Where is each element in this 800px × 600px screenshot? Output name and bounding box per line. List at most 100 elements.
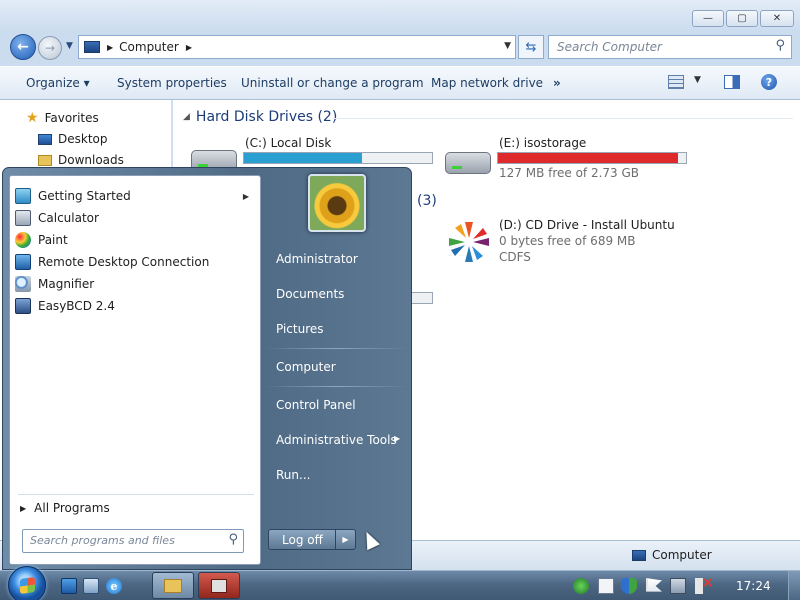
program-easybcd[interactable]: EasyBCD 2.4	[15, 295, 257, 317]
ubuntu-cd-icon	[449, 222, 489, 262]
nav-item-desktop[interactable]: Desktop	[38, 132, 108, 146]
hard-disk-drives-header[interactable]: ◢ Hard Disk Drives (2)	[183, 109, 337, 125]
preview-pane-icon[interactable]	[724, 75, 740, 89]
search-placeholder: Search Computer	[557, 40, 662, 54]
start-link-administrative-tools[interactable]: Administrative Tools	[276, 433, 397, 447]
program-label: Magnifier	[38, 277, 95, 291]
remote-app-icon	[211, 578, 227, 593]
windows-logo-icon	[20, 576, 35, 595]
removable-storage-count: (3)	[417, 193, 437, 209]
hard-disk-icon	[445, 152, 491, 174]
drive-c-usage-bar	[243, 152, 433, 164]
user-avatar[interactable]	[308, 174, 366, 232]
calculator-icon	[15, 210, 31, 226]
drive-c-name: (C:) Local Disk	[245, 136, 332, 150]
remote-desktop-icon	[15, 254, 31, 270]
program-label: Paint	[38, 233, 68, 247]
computer-icon	[632, 549, 646, 561]
program-label: Getting Started	[38, 189, 131, 203]
magnifier-icon	[15, 276, 31, 292]
all-programs-button[interactable]: ▶ All Programs	[20, 501, 110, 515]
start-link-administrator[interactable]: Administrator	[276, 252, 358, 266]
breadcrumb-arrow-icon[interactable]: ▶	[186, 43, 192, 52]
status-location: Computer	[632, 548, 712, 562]
favorites-header[interactable]: ★ Favorites	[26, 110, 99, 126]
right-pane-separator	[265, 348, 409, 349]
action-center-flag-icon[interactable]	[646, 578, 662, 592]
security-shield-tray-icon[interactable]	[621, 578, 637, 594]
log-off-button[interactable]: Log off ▶	[268, 529, 356, 550]
nav-item-downloads[interactable]: Downloads	[38, 153, 124, 167]
start-link-pictures[interactable]: Pictures	[276, 322, 324, 336]
switch-windows-icon[interactable]	[83, 578, 99, 594]
help-icon[interactable]: ?	[761, 74, 777, 90]
downloads-folder-icon	[38, 154, 52, 166]
organize-menu[interactable]: Organize ▾	[26, 76, 90, 90]
drive-d-filesystem: CDFS	[499, 250, 531, 264]
start-link-control-panel[interactable]: Control Panel	[276, 398, 356, 412]
program-paint[interactable]: Paint	[15, 229, 257, 251]
navigation-bar: ← → ▼ ▶ Computer ▶ ▼ ⇆ Search Computer ⚲	[0, 32, 800, 62]
drive-e[interactable]: (E:) isostorage 127 MB free of 2.73 GB	[445, 136, 705, 180]
more-commands-button[interactable]: »	[553, 76, 561, 90]
show-desktop-button[interactable]	[788, 571, 800, 600]
desktop-icon	[38, 133, 52, 145]
taskbar-explorer-button[interactable]	[152, 572, 194, 599]
start-link-computer[interactable]: Computer	[276, 360, 336, 374]
search-icon[interactable]: ⚲	[228, 532, 238, 547]
recent-pages-dropdown[interactable]: ▼	[66, 41, 73, 51]
breadcrumb-arrow-icon[interactable]: ▶	[107, 43, 113, 52]
drive-e-usage-bar	[497, 152, 687, 164]
map-network-drive-button[interactable]: Map network drive	[431, 76, 543, 90]
drive-e-usage-fill	[498, 153, 679, 163]
display-tray-icon[interactable]	[670, 578, 686, 594]
log-off-label: Log off	[282, 532, 323, 547]
maximize-button[interactable]: ▢	[726, 10, 758, 27]
start-link-documents[interactable]: Documents	[276, 287, 344, 301]
program-getting-started[interactable]: Getting Started ▶	[15, 185, 257, 207]
collapse-arrow-icon[interactable]: ◢	[183, 112, 190, 122]
address-history-dropdown[interactable]: ▼	[504, 41, 511, 51]
refresh-button[interactable]: ⇆	[518, 35, 544, 59]
computer-icon	[84, 41, 100, 53]
shutdown-options-arrow-icon[interactable]: ▶	[335, 530, 355, 549]
taskbar-remote-app-button[interactable]	[198, 572, 240, 599]
address-bar[interactable]: ▶ Computer ▶ ▼	[78, 35, 516, 59]
program-calculator[interactable]: Calculator	[15, 207, 257, 229]
close-button[interactable]: ✕	[760, 10, 794, 27]
getting-started-icon	[15, 188, 31, 204]
command-bar: Organize ▾ System properties Uninstall o…	[0, 66, 800, 100]
start-menu: Getting Started ▶ Calculator Paint Remot…	[2, 167, 412, 570]
drive-c-usage-fill	[244, 153, 363, 163]
minimize-button[interactable]: —	[692, 10, 724, 27]
search-icon[interactable]: ⚲	[775, 38, 785, 53]
clock[interactable]: 17:24	[736, 579, 771, 593]
system-properties-button[interactable]: System properties	[117, 76, 227, 90]
show-desktop-quicklaunch-icon[interactable]	[61, 578, 77, 594]
start-button[interactable]	[8, 566, 46, 600]
document-tray-icon[interactable]	[598, 578, 614, 594]
start-menu-programs-pane: Getting Started ▶ Calculator Paint Remot…	[9, 175, 261, 565]
network-tray-icon[interactable]	[573, 578, 589, 594]
volume-muted-icon[interactable]	[695, 575, 714, 594]
view-options-dropdown[interactable]: ▼	[694, 75, 701, 85]
search-input[interactable]: Search Computer ⚲	[548, 35, 792, 59]
change-view-icon[interactable]	[668, 75, 684, 89]
internet-explorer-icon[interactable]: e	[106, 578, 122, 594]
title-bar[interactable]: — ▢ ✕	[0, 0, 800, 32]
drive-d-name: (D:) CD Drive - Install Ubuntu	[499, 218, 675, 232]
program-label: Remote Desktop Connection	[38, 255, 210, 269]
back-button[interactable]: ←	[10, 34, 36, 60]
start-link-run[interactable]: Run...	[276, 468, 310, 482]
forward-button[interactable]: →	[38, 36, 62, 60]
drive-d[interactable]: (D:) CD Drive - Install Ubuntu 0 bytes f…	[445, 218, 715, 268]
all-programs-label: All Programs	[34, 501, 110, 515]
start-search-input[interactable]: Search programs and files ⚲	[22, 529, 244, 553]
section-divider	[333, 118, 793, 119]
breadcrumb-computer[interactable]: Computer	[119, 40, 179, 54]
program-remote-desktop[interactable]: Remote Desktop Connection	[15, 251, 257, 273]
hidden-drive-usage-bar	[409, 292, 433, 304]
program-magnifier[interactable]: Magnifier	[15, 273, 257, 295]
back-arrow-icon: ←	[17, 39, 29, 55]
uninstall-program-button[interactable]: Uninstall or change a program	[241, 76, 424, 90]
